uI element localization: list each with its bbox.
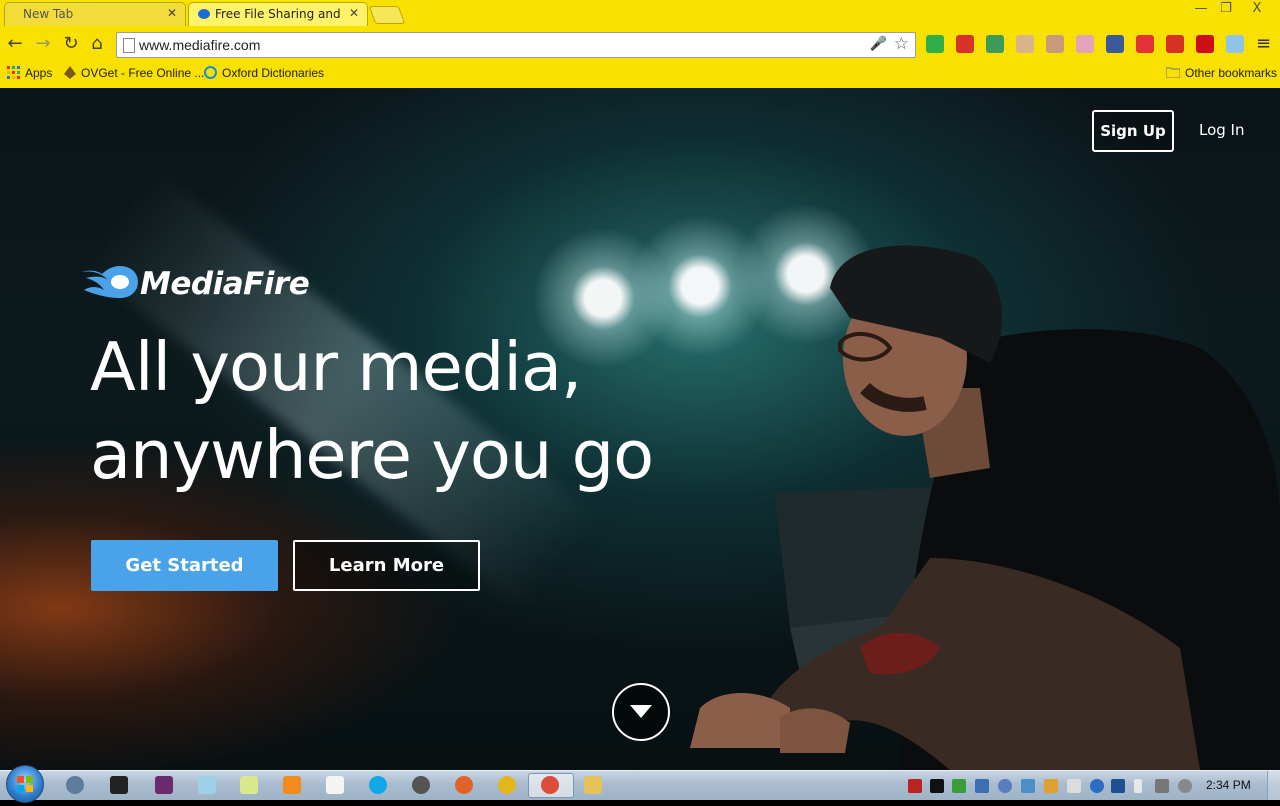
chevron-down-icon	[630, 705, 652, 718]
tray-shield-icon[interactable]	[998, 779, 1012, 793]
taskbar-game-icon[interactable]	[412, 776, 430, 794]
headline-line-1: All your media,	[90, 328, 582, 406]
gmail-icon[interactable]	[1166, 35, 1184, 53]
taskbar-orange-app-icon[interactable]	[283, 776, 301, 794]
tab-new-tab[interactable]: New Tab ✕	[4, 2, 186, 26]
browser-chrome: New Tab ✕ Free File Sharing and Stor ✕ —…	[0, 0, 1280, 88]
bookmarks-bar: Apps OVGet - Free Online ... Oxford Dict…	[0, 63, 1280, 87]
weather-icon[interactable]	[1226, 35, 1244, 53]
reload-button[interactable]: ↻	[60, 33, 82, 55]
bookmark-star-icon[interactable]: ☆	[894, 34, 909, 54]
microphone-icon[interactable]: 🎤	[870, 36, 887, 52]
taskbar-notepad-icon[interactable]	[240, 776, 258, 794]
taskbar-explorer-icon[interactable]	[584, 776, 602, 794]
page-icon	[123, 38, 135, 53]
ext-face-1-icon[interactable]	[1016, 35, 1034, 53]
tray-terminal-icon[interactable]	[930, 779, 944, 793]
other-bookmarks[interactable]: Other bookmarks	[1165, 66, 1278, 81]
scroll-down-button[interactable]	[612, 683, 670, 741]
bookmark-label: Apps	[25, 66, 53, 81]
tray-blue-icon[interactable]	[975, 779, 989, 793]
address-url[interactable]: www.mediafire.com	[139, 37, 260, 53]
bookmark-ovget[interactable]: OVGet - Free Online ...	[64, 66, 204, 82]
tray-stack-icon[interactable]	[1021, 779, 1035, 793]
mediafire-favicon-icon	[198, 9, 210, 19]
tray-red-icon[interactable]	[908, 779, 922, 793]
taskbar-globe-icon[interactable]	[66, 776, 84, 794]
apps-grid-icon	[7, 66, 20, 82]
sign-up-button[interactable]: Sign Up	[1092, 110, 1174, 152]
tray-z-icon[interactable]	[1111, 779, 1125, 793]
tray-monitor-icon[interactable]	[1067, 779, 1081, 793]
hero-headline: All your media, anywhere you go	[90, 323, 654, 499]
tab-close-icon[interactable]: ✕	[349, 6, 359, 20]
brand-name: MediaFire	[140, 266, 310, 302]
ebay-icon[interactable]	[1136, 35, 1154, 53]
minimize-button[interactable]: —	[1188, 0, 1214, 18]
bookmark-apps[interactable]: Apps	[7, 66, 52, 82]
ovget-icon	[64, 66, 76, 82]
taskbar-notes-icon[interactable]	[198, 776, 216, 794]
tab-title: New Tab	[23, 7, 74, 21]
opera-badge-icon[interactable]	[1196, 35, 1214, 53]
show-desktop-button[interactable]	[1267, 771, 1280, 800]
tray-pen-icon[interactable]	[1044, 779, 1058, 793]
restore-button[interactable]: ❐	[1214, 0, 1238, 18]
learn-more-button[interactable]: Learn More	[293, 540, 480, 591]
taskbar-chrome-icon[interactable]	[541, 776, 559, 794]
tray-h-icon[interactable]	[952, 779, 966, 793]
taskbar-purple-app-icon[interactable]	[155, 776, 173, 794]
back-button[interactable]: ←	[4, 33, 26, 55]
bluetooth-icon[interactable]	[1090, 779, 1104, 793]
forward-button[interactable]: →	[32, 33, 54, 55]
volume-icon[interactable]	[1178, 779, 1192, 793]
taskbar-cmd-icon[interactable]	[110, 776, 128, 794]
hero-section: Sign Up Log In MediaFire All your media,…	[0, 88, 1280, 770]
bookmark-label: OVGet - Free Online ...	[81, 66, 205, 81]
taskbar-document-icon[interactable]	[326, 776, 344, 794]
log-in-link[interactable]: Log In	[1199, 121, 1245, 139]
mediafire-logo[interactable]: MediaFire	[80, 264, 310, 304]
taskbar-clock[interactable]: 2:34 PM	[1206, 778, 1251, 792]
taskbar-chrome-alt-icon[interactable]	[498, 776, 516, 794]
browser-toolbar: ← → ↻ ⌂ www.mediafire.com 🎤 ☆ ≡	[0, 27, 1280, 63]
ext-character-icon[interactable]	[1076, 35, 1094, 53]
tab-mediafire[interactable]: Free File Sharing and Stor ✕	[188, 2, 368, 26]
battery-icon[interactable]	[1134, 779, 1142, 793]
headline-line-2: anywhere you go	[90, 416, 654, 494]
windows-taskbar: 2:34 PM	[0, 765, 1280, 803]
tab-strip: New Tab ✕ Free File Sharing and Stor ✕ —…	[0, 0, 1280, 27]
new-tab-button[interactable]	[368, 6, 406, 24]
windows-logo-icon	[17, 776, 33, 792]
mediafire-flame-icon	[82, 266, 138, 298]
oxford-icon	[204, 66, 217, 82]
taskbar-skype-icon[interactable]	[369, 776, 387, 794]
bookmark-label: Other bookmarks	[1185, 66, 1278, 80]
folder-icon	[1165, 66, 1181, 81]
get-started-button[interactable]: Get Started	[91, 540, 278, 591]
network-signal-icon[interactable]	[1155, 779, 1169, 793]
bookmark-label: Oxford Dictionaries	[222, 66, 325, 81]
tab-title: Free File Sharing and Stor	[215, 7, 345, 21]
ext-green-icon[interactable]	[926, 35, 944, 53]
ext-red-book-icon[interactable]	[956, 35, 974, 53]
chrome-menu-icon[interactable]: ≡	[1256, 33, 1271, 54]
facebook-icon[interactable]	[1106, 35, 1124, 53]
taskbar-firefox-icon[interactable]	[455, 776, 473, 794]
tab-close-icon[interactable]: ✕	[167, 6, 177, 20]
home-button[interactable]: ⌂	[86, 33, 108, 55]
ext-face-2-icon[interactable]	[1046, 35, 1064, 53]
address-bar[interactable]: www.mediafire.com 🎤 ☆	[116, 32, 916, 58]
ext-map-icon[interactable]	[986, 35, 1004, 53]
close-window-button[interactable]: X	[1240, 0, 1274, 18]
windows-start-button[interactable]	[6, 765, 44, 803]
bookmark-oxford[interactable]: Oxford Dictionaries	[204, 66, 324, 82]
